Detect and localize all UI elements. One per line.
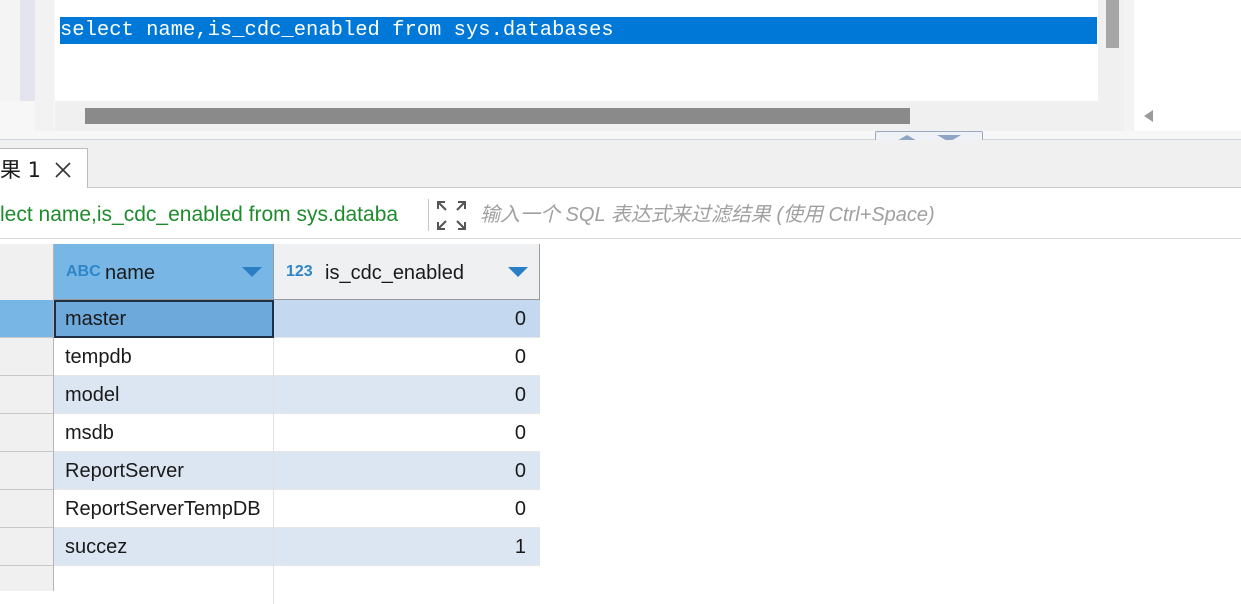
empty-cell — [54, 566, 274, 604]
results-tab-strip — [0, 140, 1241, 188]
cell-is-cdc-enabled[interactable]: 0 — [274, 452, 540, 490]
empty-row — [54, 566, 540, 604]
cell-is-cdc-enabled[interactable]: 0 — [274, 376, 540, 414]
row-header[interactable] — [0, 490, 53, 528]
table-row[interactable]: ReportServer 0 — [54, 452, 540, 490]
number-type-icon: 123 — [286, 263, 313, 280]
cell-name[interactable]: ReportServer — [54, 452, 274, 490]
editor-gutter — [0, 0, 20, 101]
text-type-icon: ABC — [66, 263, 101, 280]
code-area[interactable] — [55, 0, 1098, 101]
table-row[interactable]: succez 1 — [54, 528, 540, 566]
sql-statement-selected[interactable]: select name,is_cdc_enabled from sys.data… — [60, 17, 1097, 44]
active-query-text: lect name,is_cdc_enabled from sys.databa — [0, 203, 399, 226]
cell-name[interactable]: master — [54, 300, 274, 338]
row-header[interactable] — [0, 300, 53, 338]
cell-name[interactable]: msdb — [54, 414, 274, 452]
cell-name[interactable]: succez — [54, 528, 274, 566]
expand-icon[interactable] — [436, 200, 467, 231]
filter-input[interactable] — [480, 201, 1220, 229]
row-header[interactable] — [0, 528, 53, 566]
tab-results-label: 果 1 — [0, 158, 42, 182]
table-row[interactable]: master 0 — [54, 300, 540, 338]
collapse-left-icon[interactable] — [1144, 110, 1153, 122]
cell-is-cdc-enabled[interactable]: 0 — [274, 490, 540, 528]
row-header[interactable] — [0, 452, 53, 490]
cell-name[interactable]: ReportServerTempDB — [54, 490, 274, 528]
grid-empty-area — [540, 244, 1241, 591]
side-panel-border — [1124, 0, 1134, 131]
cell-is-cdc-enabled[interactable]: 0 — [274, 300, 540, 338]
table-row[interactable]: model 0 — [54, 376, 540, 414]
row-header[interactable] — [0, 414, 53, 452]
sort-dropdown-icon[interactable] — [242, 267, 262, 277]
editor-line-marker — [20, 0, 35, 101]
editor-vertical-scroll-thumb[interactable] — [1106, 0, 1119, 48]
filter-bar-border — [0, 238, 1241, 239]
column-header-is-cdc-enabled-label: is_cdc_enabled — [325, 262, 464, 284]
sort-dropdown-icon[interactable] — [508, 267, 528, 277]
row-header[interactable] — [0, 338, 53, 376]
cell-is-cdc-enabled[interactable]: 0 — [274, 338, 540, 376]
cell-name[interactable]: tempdb — [54, 338, 274, 376]
table-row[interactable]: tempdb 0 — [54, 338, 540, 376]
editor-folding-gutter — [35, 0, 54, 131]
close-icon[interactable] — [53, 160, 73, 180]
editor-horizontal-scroll-thumb[interactable] — [85, 108, 910, 124]
side-panel — [1124, 0, 1241, 131]
row-header[interactable] — [0, 376, 53, 414]
table-row[interactable]: msdb 0 — [54, 414, 540, 452]
cell-is-cdc-enabled[interactable]: 1 — [274, 528, 540, 566]
table-row[interactable]: ReportServerTempDB 0 — [54, 490, 540, 528]
filter-divider — [428, 199, 429, 231]
cell-is-cdc-enabled[interactable]: 0 — [274, 414, 540, 452]
column-header-name-label: name — [105, 262, 156, 284]
cell-name[interactable]: model — [54, 376, 274, 414]
